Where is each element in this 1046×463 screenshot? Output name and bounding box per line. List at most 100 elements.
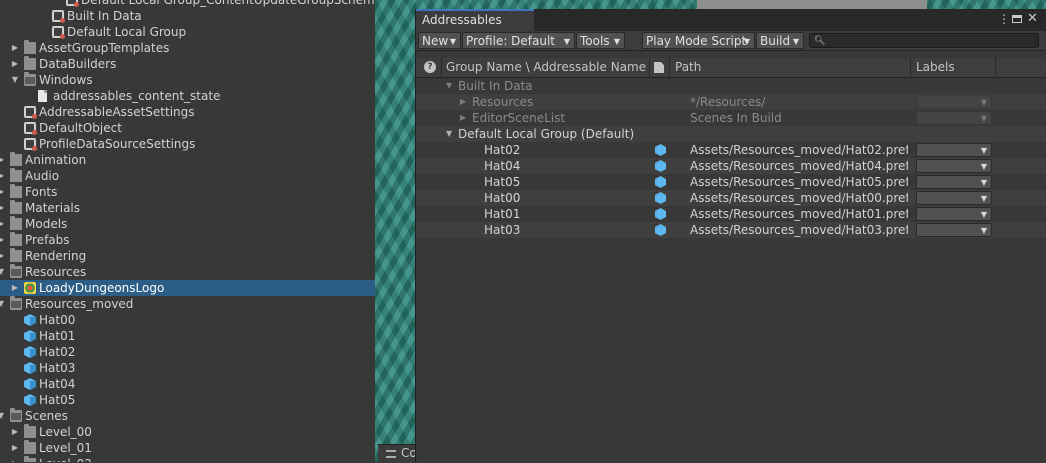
expand-arrow-icon[interactable]: ▶ bbox=[10, 280, 20, 296]
folder-open-icon bbox=[24, 72, 36, 86]
tree-item[interactable]: ▶ Level_01 bbox=[0, 440, 375, 456]
expand-arrow-icon[interactable]: ▶ bbox=[0, 168, 6, 184]
group-row[interactable]: ▼ Default Local Group (Default) bbox=[416, 126, 1046, 142]
labels-dropdown[interactable]: ▼ bbox=[916, 175, 992, 189]
project-tree[interactable]: Default Local Group_ContentUpdateGroupSc… bbox=[0, 0, 375, 462]
tree-item[interactable]: addressables_content_state bbox=[0, 88, 375, 104]
tools-dropdown[interactable]: Tools ▼ bbox=[576, 32, 625, 49]
expand-arrow-icon[interactable]: ▶ bbox=[10, 40, 20, 56]
tree-item[interactable]: ▶ LoadyDungeonsLogo bbox=[0, 280, 375, 296]
console-icon bbox=[386, 450, 396, 458]
tree-item[interactable]: ▶ Rendering bbox=[0, 248, 375, 264]
play-mode-script-dropdown[interactable]: Play Mode Script ▼ bbox=[642, 32, 755, 49]
expand-arrow-open-icon[interactable]: ▼ bbox=[0, 408, 6, 424]
labels-dropdown[interactable]: ▼ bbox=[916, 223, 992, 237]
labels-dropdown[interactable]: ▼ bbox=[916, 159, 992, 173]
expand-arrow-icon[interactable]: ▶ bbox=[0, 232, 6, 248]
chevron-down-icon: ▼ bbox=[980, 162, 987, 171]
folder-icon bbox=[24, 440, 36, 454]
tree-item[interactable]: ▶ AssetGroupTemplates bbox=[0, 40, 375, 56]
tree-item[interactable]: DefaultObject bbox=[0, 120, 375, 136]
tree-item[interactable]: Hat03 bbox=[0, 360, 375, 376]
entry-path: Assets/Resources_moved/Hat00.prefab bbox=[690, 191, 908, 205]
help-icon[interactable]: ? bbox=[424, 61, 436, 73]
tree-item[interactable]: AddressableAssetSettings bbox=[0, 104, 375, 120]
tree-item[interactable]: ▶ Level_02 bbox=[0, 456, 375, 462]
column-header-path[interactable]: Path bbox=[675, 58, 701, 77]
labels-dropdown[interactable]: ▼ bbox=[916, 143, 992, 157]
tree-item[interactable]: Hat04 bbox=[0, 376, 375, 392]
group-row[interactable]: ▼ Built In Data bbox=[416, 78, 1046, 94]
tree-item[interactable]: Default Local Group_ContentUpdateGroupSc… bbox=[0, 0, 375, 8]
column-divider[interactable] bbox=[649, 58, 650, 77]
tree-item[interactable]: ▶ Models bbox=[0, 216, 375, 232]
tree-item[interactable]: Built In Data bbox=[0, 8, 375, 24]
tree-item[interactable]: Hat02 bbox=[0, 344, 375, 360]
chevron-down-icon: ▼ bbox=[563, 37, 570, 46]
column-divider[interactable] bbox=[669, 58, 670, 77]
column-divider[interactable] bbox=[441, 58, 442, 77]
window-menu-icon[interactable]: ⋮ bbox=[998, 12, 1010, 26]
tree-item[interactable]: ▶ Materials bbox=[0, 200, 375, 216]
column-header-labels[interactable]: Labels bbox=[916, 58, 955, 77]
expand-arrow-open-icon[interactable]: ▼ bbox=[446, 78, 452, 94]
tree-item[interactable]: Hat00 bbox=[0, 312, 375, 328]
tree-item-label: ProfileDataSourceSettings bbox=[39, 137, 196, 151]
entry-row[interactable]: Hat03 Assets/Resources_moved/Hat03.prefab… bbox=[416, 222, 1046, 238]
tree-item[interactable]: ▼ Resources bbox=[0, 264, 375, 280]
expand-arrow-open-icon[interactable]: ▼ bbox=[0, 296, 6, 312]
entry-row[interactable]: Hat00 Assets/Resources_moved/Hat00.prefab… bbox=[416, 190, 1046, 206]
tree-item[interactable]: ▶ Prefabs bbox=[0, 232, 375, 248]
asset-type-icon[interactable] bbox=[654, 62, 664, 73]
maximize-icon[interactable] bbox=[1012, 15, 1022, 23]
entry-row[interactable]: Hat01 Assets/Resources_moved/Hat01.prefab… bbox=[416, 206, 1046, 222]
labels-dropdown[interactable]: ▼ bbox=[916, 207, 992, 221]
column-divider[interactable] bbox=[995, 58, 996, 77]
expand-arrow-icon[interactable]: ▶ bbox=[460, 110, 466, 126]
profile-dropdown[interactable]: Profile: Default ▼ bbox=[462, 32, 575, 49]
expand-arrow-icon[interactable]: ▶ bbox=[10, 56, 20, 72]
expand-arrow-open-icon[interactable]: ▼ bbox=[446, 126, 452, 142]
expand-arrow-open-icon[interactable]: ▼ bbox=[10, 72, 20, 88]
expand-arrow-icon[interactable]: ▶ bbox=[0, 216, 6, 232]
expand-arrow-icon[interactable]: ▶ bbox=[460, 94, 466, 110]
entry-row[interactable]: Hat02 Assets/Resources_moved/Hat02.prefab… bbox=[416, 142, 1046, 158]
build-dropdown[interactable]: Build ▼ bbox=[756, 32, 804, 49]
console-tab[interactable]: Console bbox=[378, 444, 449, 463]
expand-arrow-icon[interactable]: ▶ bbox=[10, 424, 20, 440]
tree-item[interactable]: Hat05 bbox=[0, 392, 375, 408]
expand-arrow-open-icon[interactable]: ▼ bbox=[0, 264, 6, 280]
tree-item[interactable]: ▼ Scenes bbox=[0, 408, 375, 424]
expand-arrow-icon[interactable]: ▶ bbox=[0, 248, 6, 264]
tree-item[interactable]: ▶ Animation bbox=[0, 152, 375, 168]
tree-item[interactable]: Hat01 bbox=[0, 328, 375, 344]
tree-item[interactable]: ▶ Level_00 bbox=[0, 424, 375, 440]
close-icon[interactable]: ✕ bbox=[1027, 11, 1038, 26]
entry-row[interactable]: Hat05 Assets/Resources_moved/Hat05.prefab… bbox=[416, 174, 1046, 190]
search-input[interactable]: 🔍︎ bbox=[809, 33, 1039, 48]
labels-dropdown[interactable]: ▼ bbox=[916, 191, 992, 205]
tree-item[interactable]: ▶ DataBuilders bbox=[0, 56, 375, 72]
expand-arrow-icon[interactable]: ▶ bbox=[0, 152, 6, 168]
tree-item[interactable]: ▼ Windows bbox=[0, 72, 375, 88]
column-divider[interactable] bbox=[910, 58, 911, 77]
expand-arrow-icon[interactable]: ▶ bbox=[10, 456, 20, 462]
column-header-group-name[interactable]: Group Name \ Addressable Name bbox=[446, 58, 646, 77]
entry-row[interactable]: ▶ Resources */Resources/ ▼ bbox=[416, 94, 1046, 110]
tree-item[interactable]: ▶ Fonts bbox=[0, 184, 375, 200]
folder-icon bbox=[10, 184, 22, 198]
prefab-cube-icon bbox=[24, 362, 36, 374]
tree-item[interactable]: ProfileDataSourceSettings bbox=[0, 136, 375, 152]
expand-arrow-icon[interactable]: ▶ bbox=[0, 184, 6, 200]
tree-item[interactable]: ▼ Resources_moved bbox=[0, 296, 375, 312]
chevron-down-icon: ▼ bbox=[449, 37, 456, 46]
tree-item[interactable]: ▶ Audio bbox=[0, 168, 375, 184]
entry-row[interactable]: Hat04 Assets/Resources_moved/Hat04.prefab… bbox=[416, 158, 1046, 174]
expand-arrow-icon[interactable]: ▶ bbox=[10, 440, 20, 456]
window-tab-addressables-groups[interactable]: Addressables Groups bbox=[416, 9, 534, 46]
prefab-cube-icon bbox=[24, 346, 36, 358]
entry-row[interactable]: ▶ EditorSceneList Scenes In Build ▼ bbox=[416, 110, 1046, 126]
new-dropdown[interactable]: New ▼ bbox=[418, 32, 461, 49]
tree-item[interactable]: Default Local Group bbox=[0, 24, 375, 40]
expand-arrow-icon[interactable]: ▶ bbox=[0, 200, 6, 216]
